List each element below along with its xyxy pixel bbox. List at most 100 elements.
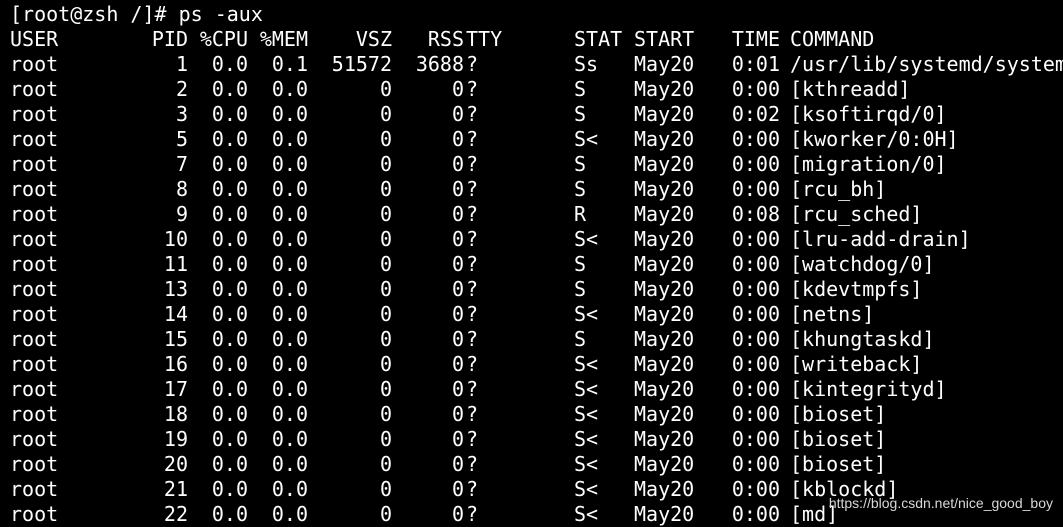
header-user: USER	[10, 27, 59, 51]
process-mem: 0.0	[271, 77, 308, 101]
process-pid: 20	[163, 452, 188, 476]
process-command: [lru-add-drain]	[790, 227, 971, 251]
process-command: [kdevtmpfs]	[790, 277, 923, 301]
process-rss: 0	[451, 202, 464, 226]
process-pid: 7	[175, 152, 188, 176]
process-rss: 0	[451, 102, 464, 126]
process-stat: S	[574, 177, 587, 201]
process-time: 0:02	[731, 102, 780, 126]
process-time: 0:00	[731, 402, 780, 426]
process-list: root 1 0.0 0.1 51572 3688? Ss May20 0:01/usr/lib…	[10, 52, 1063, 527]
process-stat: S<	[574, 127, 599, 151]
process-start: May20	[634, 477, 695, 501]
process-user: root	[10, 127, 59, 151]
process-row: root 11 0.0 0.0 0 0? S May20 0:00 [watchdog/0]	[10, 252, 1063, 277]
process-rss: 0	[451, 352, 464, 376]
process-row: root 20 0.0 0.0 0 0? S< May20 0:00 [bioset]	[10, 452, 1063, 477]
process-user: root	[10, 377, 59, 401]
process-cpu: 0.0	[211, 52, 248, 76]
process-start: May20	[634, 377, 695, 401]
process-time: 0:01	[731, 52, 780, 76]
process-cpu: 0.0	[211, 127, 248, 151]
process-user: root	[10, 427, 59, 451]
process-tty: ?	[466, 477, 479, 501]
process-mem: 0.0	[271, 177, 308, 201]
process-tty: ?	[466, 202, 479, 226]
process-tty: ?	[466, 227, 479, 251]
process-row: root 5 0.0 0.0 0 0? S< May20 0:00 [kworker/0:0H]	[10, 127, 1063, 152]
terminal-window[interactable]: [root@zsh /]# ps -aux USER PID %CPU %MEM…	[10, 2, 1063, 526]
process-mem: 0.0	[271, 152, 308, 176]
process-stat: S	[574, 252, 587, 276]
process-tty: ?	[466, 77, 479, 101]
process-time: 0:00	[731, 477, 780, 501]
process-start: May20	[634, 177, 695, 201]
process-cpu: 0.0	[211, 277, 248, 301]
process-cpu: 0.0	[211, 477, 248, 501]
process-start: May20	[634, 327, 695, 351]
process-time: 0:00	[731, 77, 780, 101]
process-cpu: 0.0	[211, 452, 248, 476]
process-vsz: 0	[379, 302, 392, 326]
process-mem: 0.0	[271, 102, 308, 126]
process-user: root	[10, 477, 59, 501]
header-row: USER PID %CPU %MEM VSZ RSS TTY STAT STAR…	[10, 27, 1063, 52]
process-time: 0:00	[731, 352, 780, 376]
process-command: [rcu_sched]	[790, 202, 923, 226]
process-command: [kworker/0:0H]	[790, 127, 959, 151]
process-cpu: 0.0	[211, 177, 248, 201]
process-start: May20	[634, 202, 695, 226]
process-vsz: 0	[379, 452, 392, 476]
process-rss: 0	[451, 402, 464, 426]
process-command: [bioset]	[790, 402, 887, 426]
process-tty: ?	[466, 277, 479, 301]
process-time: 0:08	[731, 202, 780, 226]
process-user: root	[10, 177, 59, 201]
process-start: May20	[634, 352, 695, 376]
process-command: [bioset]	[790, 452, 887, 476]
process-tty: ?	[466, 177, 479, 201]
process-cpu: 0.0	[211, 152, 248, 176]
process-time: 0:00	[731, 152, 780, 176]
process-pid: 2	[175, 77, 188, 101]
process-stat: S<	[574, 477, 599, 501]
process-row: root 19 0.0 0.0 0 0? S< May20 0:00 [bioset]	[10, 427, 1063, 452]
process-row: root 8 0.0 0.0 0 0? S May20 0:00 [rcu_bh]	[10, 177, 1063, 202]
process-mem: 0.0	[271, 402, 308, 426]
process-time: 0:00	[731, 377, 780, 401]
process-cpu: 0.0	[211, 252, 248, 276]
process-start: May20	[634, 227, 695, 251]
process-row: root 16 0.0 0.0 0 0? S< May20 0:00 [writeback]	[10, 352, 1063, 377]
process-command: /usr/lib/systemd/systemd	[790, 52, 1063, 76]
command-prompt: [root@zsh /]# ps -aux	[10, 2, 263, 26]
process-row: root 2 0.0 0.0 0 0? S May20 0:00 [kthreadd]	[10, 77, 1063, 102]
process-pid: 14	[163, 302, 188, 326]
process-stat: R	[574, 202, 587, 226]
process-pid: 18	[163, 402, 188, 426]
process-start: May20	[634, 302, 695, 326]
process-stat: S	[574, 152, 587, 176]
process-vsz: 0	[379, 77, 392, 101]
process-command: [bioset]	[790, 427, 887, 451]
process-cpu: 0.0	[211, 227, 248, 251]
process-start: May20	[634, 452, 695, 476]
process-start: May20	[634, 52, 695, 76]
process-rss: 0	[451, 327, 464, 351]
process-stat: S	[574, 277, 587, 301]
process-vsz: 0	[379, 277, 392, 301]
process-time: 0:00	[731, 327, 780, 351]
process-rss: 0	[451, 452, 464, 476]
process-user: root	[10, 302, 59, 326]
process-mem: 0.0	[271, 202, 308, 226]
process-pid: 19	[163, 427, 188, 451]
process-time: 0:00	[731, 127, 780, 151]
header-rss: RSS	[427, 27, 464, 51]
process-cpu: 0.0	[211, 402, 248, 426]
process-row: root 13 0.0 0.0 0 0? S May20 0:00 [kdevtmpfs]	[10, 277, 1063, 302]
process-row: root 10 0.0 0.0 0 0? S< May20 0:00 [lru-add-drain…	[10, 227, 1063, 252]
process-mem: 0.0	[271, 252, 308, 276]
process-cpu: 0.0	[211, 77, 248, 101]
process-cpu: 0.0	[211, 352, 248, 376]
header-vsz: VSZ	[355, 27, 392, 51]
header-cpu: %CPU	[199, 27, 248, 51]
